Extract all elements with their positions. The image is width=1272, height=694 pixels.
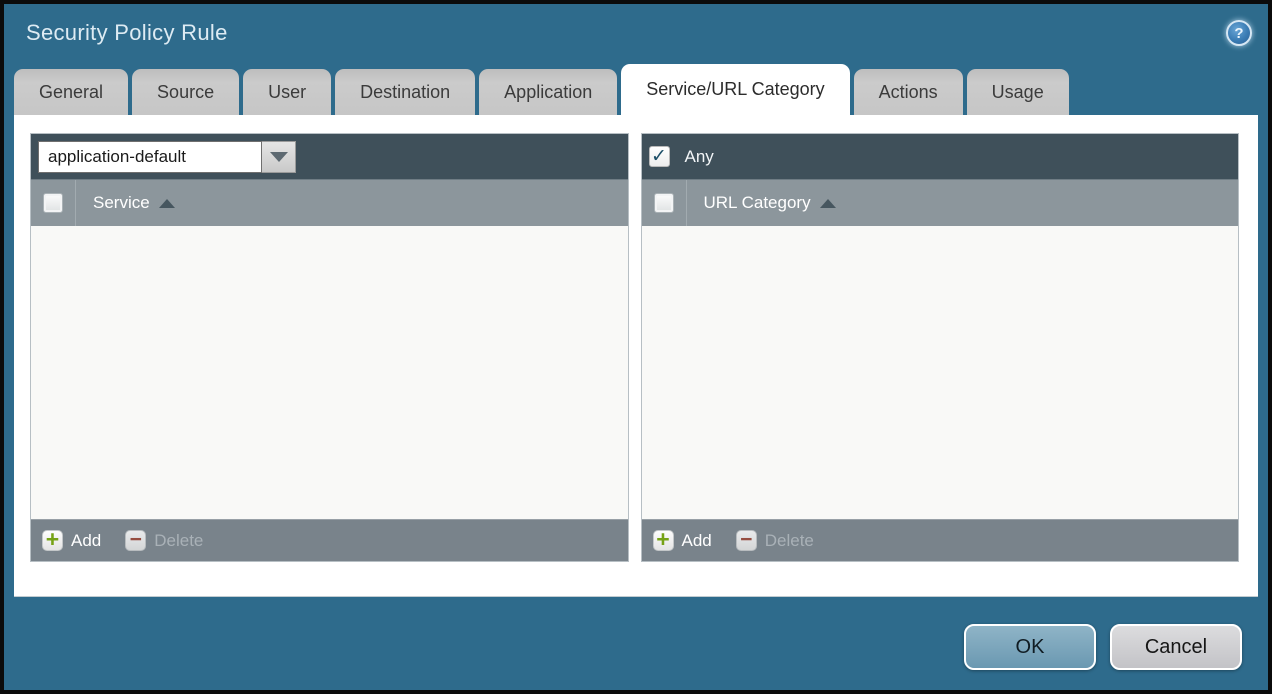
dialog-title: Security Policy Rule bbox=[26, 20, 228, 46]
cancel-button[interactable]: Cancel bbox=[1110, 624, 1242, 670]
tab-bar: General Source User Destination Applicat… bbox=[4, 62, 1268, 115]
ok-button[interactable]: OK bbox=[964, 624, 1096, 670]
service-column-header[interactable]: Service bbox=[93, 193, 150, 213]
delete-service-button[interactable]: − Delete bbox=[125, 530, 203, 551]
chevron-down-icon bbox=[270, 152, 288, 162]
service-url-category-tab-content: application-default Service + Add bbox=[14, 115, 1258, 597]
tab-service-url-category[interactable]: Service/URL Category bbox=[621, 64, 849, 115]
dialog-action-buttons: OK Cancel bbox=[4, 624, 1268, 670]
url-category-panel-toolbar: ✓ Any bbox=[642, 134, 1239, 179]
tab-destination[interactable]: Destination bbox=[335, 69, 475, 115]
add-url-category-button[interactable]: + Add bbox=[653, 530, 712, 551]
tab-source[interactable]: Source bbox=[132, 69, 239, 115]
delete-service-label: Delete bbox=[154, 531, 203, 551]
service-panel: application-default Service + Add bbox=[30, 133, 629, 562]
service-select-all-checkbox[interactable] bbox=[43, 193, 63, 213]
tab-application[interactable]: Application bbox=[479, 69, 617, 115]
plus-icon: + bbox=[42, 530, 63, 551]
service-panel-footer: + Add − Delete bbox=[31, 519, 628, 561]
service-list[interactable] bbox=[31, 226, 628, 519]
help-icon[interactable]: ? bbox=[1226, 20, 1252, 46]
url-category-list[interactable] bbox=[642, 226, 1239, 519]
any-checkbox[interactable]: ✓ bbox=[649, 146, 670, 167]
plus-icon: + bbox=[653, 530, 674, 551]
tab-user[interactable]: User bbox=[243, 69, 331, 115]
delete-url-category-button[interactable]: − Delete bbox=[736, 530, 814, 551]
any-checkbox-label[interactable]: Any bbox=[685, 147, 714, 167]
url-category-panel-footer: + Add − Delete bbox=[642, 519, 1239, 561]
url-category-select-all-cell bbox=[642, 180, 687, 226]
minus-icon: − bbox=[125, 530, 146, 551]
titlebar: Security Policy Rule ? bbox=[4, 4, 1268, 62]
add-url-category-label: Add bbox=[682, 531, 712, 551]
minus-icon: − bbox=[736, 530, 757, 551]
tab-usage[interactable]: Usage bbox=[967, 69, 1069, 115]
url-category-select-all-checkbox[interactable] bbox=[654, 193, 674, 213]
url-category-column-header[interactable]: URL Category bbox=[704, 193, 811, 213]
service-type-dropdown-button[interactable] bbox=[262, 141, 296, 173]
url-category-table-header: URL Category bbox=[642, 179, 1239, 226]
delete-url-category-label: Delete bbox=[765, 531, 814, 551]
security-policy-rule-dialog: Security Policy Rule ? General Source Us… bbox=[0, 0, 1272, 694]
url-category-panel: ✓ Any URL Category + Add − Delete bbox=[641, 133, 1240, 562]
add-service-label: Add bbox=[71, 531, 101, 551]
tab-actions[interactable]: Actions bbox=[854, 69, 963, 115]
service-table-header: Service bbox=[31, 179, 628, 226]
add-service-button[interactable]: + Add bbox=[42, 530, 101, 551]
service-type-dropdown[interactable]: application-default bbox=[38, 141, 296, 173]
sort-ascending-icon[interactable] bbox=[159, 199, 175, 208]
tab-general[interactable]: General bbox=[14, 69, 128, 115]
service-panel-toolbar: application-default bbox=[31, 134, 628, 179]
sort-ascending-icon[interactable] bbox=[820, 199, 836, 208]
service-select-all-cell bbox=[31, 180, 76, 226]
service-type-dropdown-value[interactable]: application-default bbox=[38, 141, 262, 173]
